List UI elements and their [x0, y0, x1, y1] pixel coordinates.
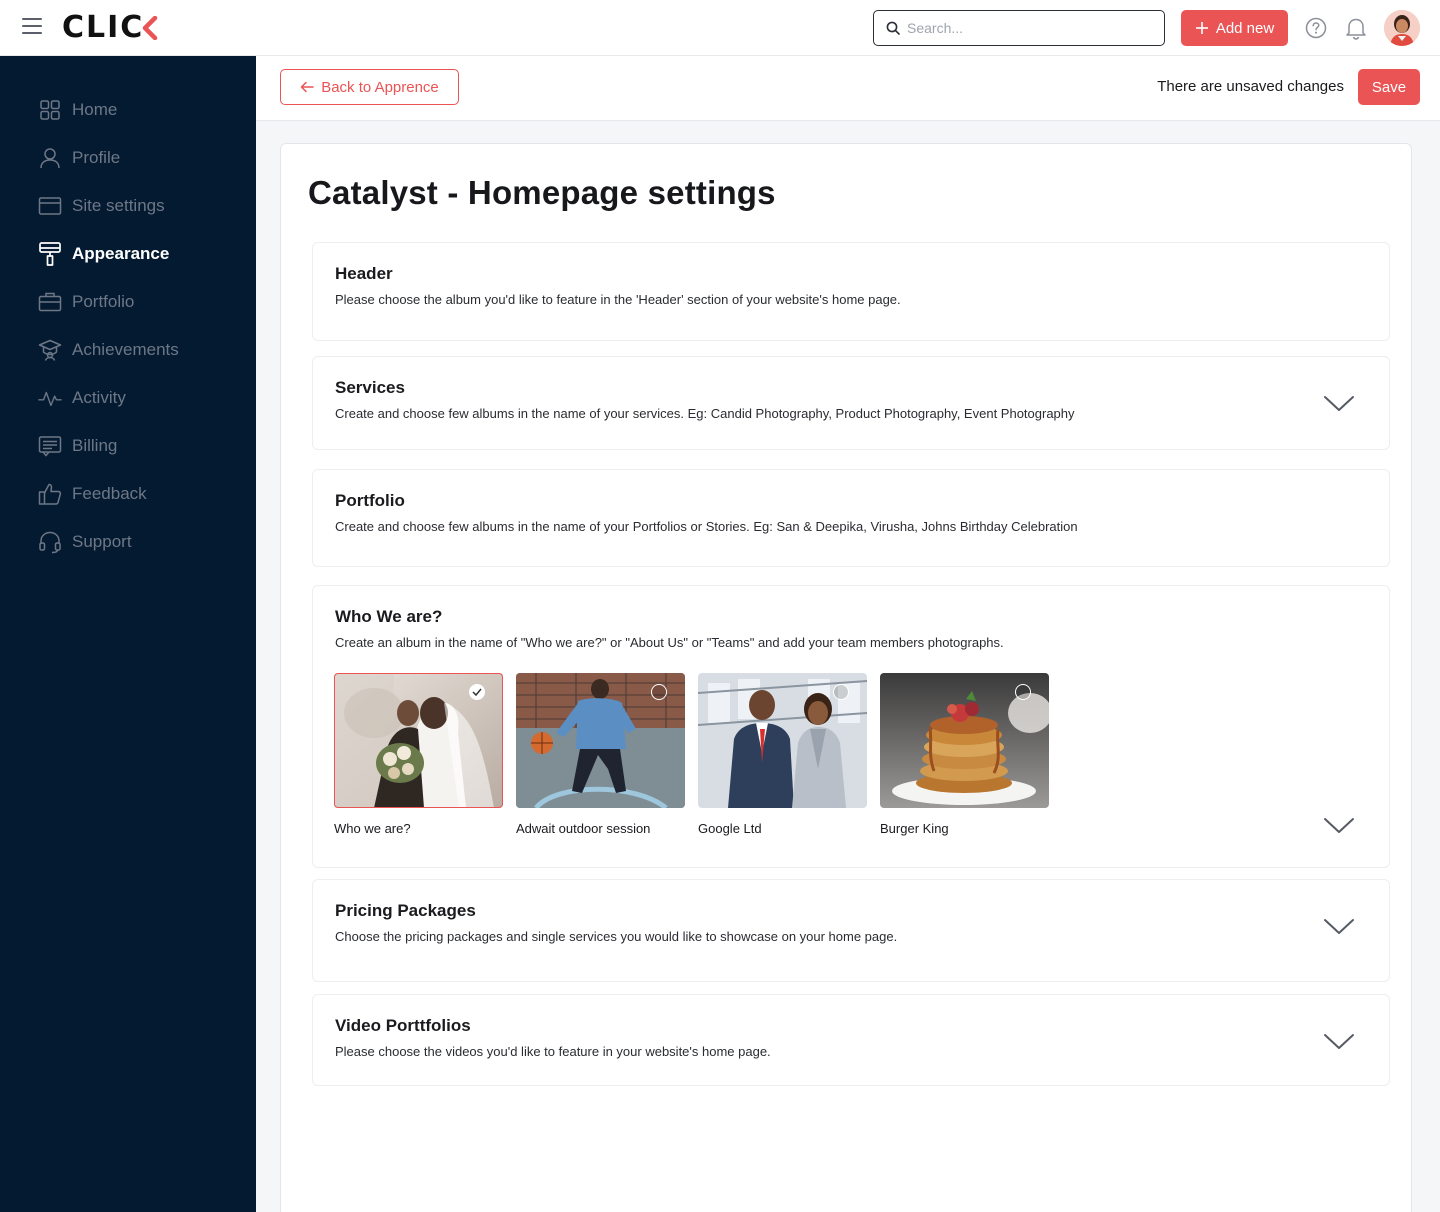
- sidebar-item-label: Portfolio: [72, 292, 135, 311]
- album-thumbnail: [334, 673, 503, 808]
- section-title: Header: [335, 264, 393, 283]
- sidebar: Home Profile Site settings Appearance Po…: [0, 56, 256, 1212]
- logo-text: CLIC: [62, 10, 145, 45]
- logo-chevron-icon: [143, 16, 158, 40]
- sidebar-item-site-settings[interactable]: Site settings: [38, 191, 238, 221]
- settings-card: Catalyst - Homepage settings Header Plea…: [280, 143, 1412, 1212]
- section-description: Create and choose few albums in the name…: [335, 406, 1075, 421]
- search-input[interactable]: [907, 20, 1147, 36]
- avatar-image: [1384, 10, 1420, 46]
- section-services[interactable]: Services Create and choose few albums in…: [312, 356, 1390, 450]
- album-name: Adwait outdoor session: [516, 821, 651, 836]
- hamburger-menu-icon[interactable]: [22, 18, 42, 38]
- chevron-down-icon[interactable]: [1323, 917, 1355, 937]
- sidebar-item-achievements[interactable]: Achievements: [38, 335, 238, 365]
- section-title: Who We are?: [335, 607, 443, 626]
- pulse-icon: [38, 386, 62, 410]
- search-bar[interactable]: [873, 10, 1165, 46]
- receipt-icon: [38, 434, 62, 458]
- grid-icon: [38, 98, 62, 122]
- add-new-label: Add new: [1215, 19, 1275, 37]
- thumbs-up-icon: [38, 482, 62, 506]
- album-select-radio[interactable]: [469, 684, 485, 700]
- album-thumbnail: [516, 673, 685, 808]
- section-header[interactable]: Header Please choose the album you'd lik…: [312, 242, 1390, 341]
- chevron-down-icon[interactable]: [1323, 394, 1355, 414]
- graduation-cap-icon: [38, 338, 62, 362]
- section-title: Video Porttfolios: [335, 1016, 471, 1035]
- section-portfolio[interactable]: Portfolio Create and choose few albums i…: [312, 469, 1390, 567]
- section-description: Choose the pricing packages and single s…: [335, 929, 898, 944]
- album-name: Who we are?: [334, 821, 411, 836]
- back-button-label: Back to Apprence: [321, 78, 439, 96]
- section-description: Create an album in the name of "Who we a…: [335, 635, 1004, 650]
- plus-icon: [1195, 22, 1208, 34]
- album-select-radio[interactable]: [651, 684, 667, 700]
- section-title: Portfolio: [335, 491, 405, 510]
- sidebar-item-feedback[interactable]: Feedback: [38, 479, 238, 509]
- headset-icon: [38, 530, 62, 554]
- sidebar-item-profile[interactable]: Profile: [38, 143, 238, 173]
- section-video-portfolios[interactable]: Video Porttfolios Please choose the vide…: [312, 994, 1390, 1086]
- chevron-down-icon[interactable]: [1323, 1032, 1355, 1052]
- search-icon: [886, 21, 900, 35]
- user-icon: [38, 146, 62, 170]
- sidebar-item-label: Support: [72, 532, 132, 551]
- album-name: Google Ltd: [698, 821, 762, 836]
- back-button[interactable]: Back to Apprence: [280, 69, 459, 105]
- album-select-radio[interactable]: [1015, 684, 1031, 700]
- sidebar-item-billing[interactable]: Billing: [38, 431, 238, 461]
- album-card[interactable]: Who we are?: [334, 673, 503, 836]
- action-bar: Back to Apprence There are unsaved chang…: [256, 56, 1440, 121]
- sidebar-item-portfolio[interactable]: Portfolio: [38, 287, 238, 317]
- sidebar-item-activity[interactable]: Activity: [38, 383, 238, 413]
- sidebar-item-label: Profile: [72, 148, 121, 167]
- sidebar-item-label: Activity: [72, 388, 126, 407]
- sidebar-item-support[interactable]: Support: [38, 527, 238, 557]
- paint-roller-icon: [38, 242, 62, 266]
- sidebar-item-home[interactable]: Home: [38, 95, 238, 125]
- album-picker: Who we are? Adwait outdoor session Googl…: [334, 673, 1049, 836]
- sidebar-item-label: Appearance: [72, 244, 170, 263]
- album-select-radio[interactable]: [833, 684, 849, 700]
- section-who-we-are[interactable]: Who We are? Create an album in the name …: [312, 585, 1390, 868]
- unsaved-changes-text: There are unsaved changes: [1157, 78, 1344, 95]
- logo[interactable]: CLIC: [62, 10, 158, 45]
- save-button[interactable]: Save: [1358, 69, 1420, 105]
- album-card[interactable]: Adwait outdoor session: [516, 673, 685, 836]
- album-name: Burger King: [880, 821, 949, 836]
- notification-bell-icon[interactable]: [1345, 16, 1367, 40]
- sidebar-item-label: Achievements: [72, 340, 179, 359]
- sidebar-item-label: Billing: [72, 436, 118, 455]
- check-icon: [472, 688, 482, 696]
- page-title: Catalyst - Homepage settings: [308, 174, 776, 211]
- section-description: Create and choose few albums in the name…: [335, 519, 1078, 534]
- sidebar-item-appearance[interactable]: Appearance: [38, 239, 238, 269]
- album-thumbnail: [698, 673, 867, 808]
- sidebar-item-label: Site settings: [72, 196, 165, 215]
- sidebar-item-label: Feedback: [72, 484, 147, 503]
- album-card[interactable]: Burger King: [880, 673, 1049, 836]
- section-pricing-packages[interactable]: Pricing Packages Choose the pricing pack…: [312, 879, 1390, 982]
- section-description: Please choose the videos you'd like to f…: [335, 1044, 771, 1059]
- briefcase-icon: [38, 290, 62, 314]
- top-bar: CLIC Add new: [0, 0, 1440, 56]
- section-title: Pricing Packages: [335, 901, 476, 920]
- section-description: Please choose the album you'd like to fe…: [335, 292, 901, 307]
- arrow-left-icon: [300, 81, 314, 93]
- section-title: Services: [335, 378, 405, 397]
- album-card[interactable]: Google Ltd: [698, 673, 867, 836]
- user-avatar[interactable]: [1384, 10, 1420, 46]
- add-new-button[interactable]: Add new: [1181, 10, 1288, 46]
- chevron-down-icon[interactable]: [1323, 816, 1355, 836]
- sidebar-item-label: Home: [72, 100, 118, 119]
- browser-icon: [38, 194, 62, 218]
- help-icon[interactable]: [1305, 17, 1327, 39]
- album-thumbnail: [880, 673, 1049, 808]
